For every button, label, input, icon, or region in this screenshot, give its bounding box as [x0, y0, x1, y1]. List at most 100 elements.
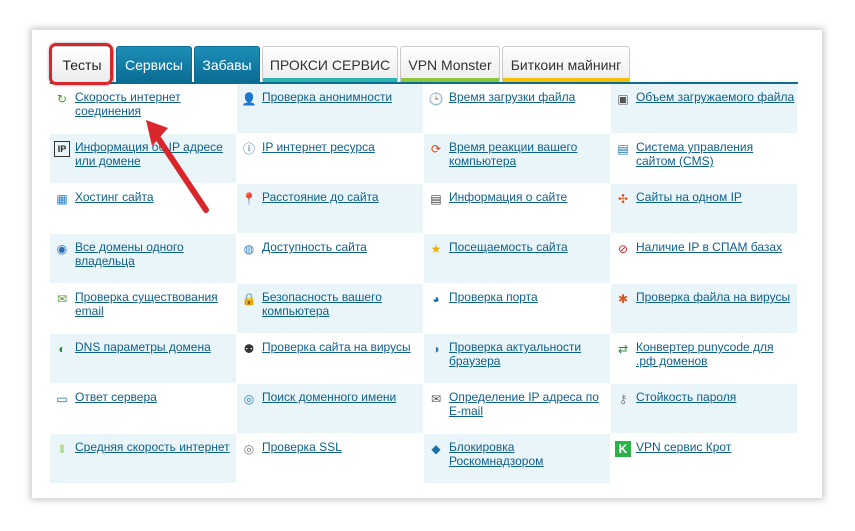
- lock-icon: 🔒: [241, 292, 257, 306]
- tool-cell[interactable]: ◍ Доступность сайта: [237, 234, 424, 284]
- monitor-icon: ▤: [617, 142, 629, 156]
- dns-icon: ◐: [58, 342, 66, 356]
- tool-link[interactable]: Поиск доменного имени: [262, 390, 396, 404]
- search-globe-icon: ◎: [243, 392, 255, 406]
- tool-cell[interactable]: ◆ Блокировка Роскомнадзором: [424, 434, 611, 484]
- ip-badge-icon: IP: [54, 141, 70, 157]
- tool-link[interactable]: Безопасность вашего компьютера: [262, 290, 421, 318]
- email-check-icon: ✉: [56, 292, 68, 306]
- tool-cell[interactable]: ⟳ Время реакции вашего компьютера: [424, 134, 611, 184]
- tool-link[interactable]: Проверка актуальности браузера: [449, 340, 608, 368]
- tool-cell[interactable]: ★ Посещаемость сайта: [424, 234, 611, 284]
- tool-cell[interactable]: 🕒 Время загрузки файла: [424, 84, 611, 134]
- tab-label: ПРОКСИ СЕРВИС: [269, 56, 391, 73]
- speed-bars-icon: ‖: [59, 442, 65, 456]
- tab-2[interactable]: Забавы: [194, 46, 260, 82]
- tool-link[interactable]: Время реакции вашего компьютера: [449, 140, 608, 168]
- sync-icon: ⟳: [430, 142, 442, 156]
- no-entry-icon: ⊘: [617, 242, 629, 256]
- tab-label: VPN Monster: [408, 56, 492, 73]
- tool-link[interactable]: Проверка существования email: [75, 290, 234, 318]
- tool-link[interactable]: VPN сервис Крот: [636, 440, 731, 454]
- bug-person-icon: ⚉: [243, 342, 255, 356]
- annotation-arrow-icon: [146, 120, 209, 213]
- tool-cell[interactable]: ✣ Сайты на одном IP: [611, 184, 798, 234]
- globe-user-icon: ◉: [56, 242, 68, 256]
- tool-link[interactable]: Расстояние до сайта: [262, 190, 379, 204]
- tool-cell[interactable]: ▤ Информация о сайте: [424, 184, 611, 234]
- refresh-arrow-icon: ↻: [56, 92, 68, 106]
- tool-link[interactable]: Проверка анонимности: [262, 90, 392, 104]
- tool-link[interactable]: Наличие IP в СПАМ базах: [636, 240, 782, 254]
- tab-label: Биткоин майнинг: [510, 56, 622, 73]
- converter-icon: ⇄: [617, 342, 629, 356]
- tool-cell[interactable]: ⓘ IP интернет ресурса: [237, 134, 424, 184]
- server-icon: ▭: [56, 392, 68, 406]
- tool-cell[interactable]: 📍 Расстояние до сайта: [237, 184, 424, 234]
- tool-cell[interactable]: ⊘ Наличие IP в СПАМ базах: [611, 234, 798, 284]
- person-icon: 👤: [241, 92, 257, 106]
- vpn-k-icon: K: [615, 441, 631, 457]
- tool-link[interactable]: IP интернет ресурса: [262, 140, 375, 154]
- tool-link[interactable]: Блокировка Роскомнадзором: [449, 440, 608, 468]
- tool-link[interactable]: Проверка сайта на вирусы: [262, 340, 411, 354]
- tool-cell[interactable]: 🔒 Безопасность вашего компьютера: [237, 284, 424, 334]
- tool-link[interactable]: Сайты на одном IP: [636, 190, 742, 204]
- frame-icon: ▣: [617, 92, 629, 106]
- highlight-box: [49, 43, 113, 85]
- tool-cell[interactable]: ▤ Система управления сайтом (CMS): [611, 134, 798, 184]
- tool-cell[interactable]: ◎ Поиск доменного имени: [237, 384, 424, 434]
- tab-1[interactable]: Сервисы: [116, 46, 192, 82]
- ssl-icon: ◎: [243, 442, 255, 456]
- tool-link[interactable]: Средняя скорость интернет: [75, 440, 230, 454]
- tool-cell[interactable]: 👤 Проверка анонимности: [237, 84, 424, 134]
- tool-cell[interactable]: ▭ Ответ сервера: [50, 384, 237, 434]
- tool-cell[interactable]: ◑ Проверка актуальности браузера: [424, 334, 611, 384]
- tab-5[interactable]: Биткоин майнинг: [502, 46, 630, 82]
- tool-cell[interactable]: ◐ DNS параметры домена: [50, 334, 237, 384]
- clock-icon: 🕒: [428, 92, 444, 106]
- tab-bar: Тесты Сервисы Забавы ПРОКСИ СЕРВИС VPN Monst…: [50, 46, 632, 82]
- tab-4[interactable]: VPN Monster: [400, 46, 500, 82]
- document-icon: ▤: [430, 192, 442, 206]
- tab-label: Забавы: [202, 56, 252, 73]
- browser-icon: ◑: [432, 342, 440, 356]
- tool-link[interactable]: Все домены одного владельца: [75, 240, 234, 268]
- map-pin-icon: 📍: [241, 192, 257, 206]
- tool-cell[interactable]: ✱ Проверка файла на вирусы: [611, 284, 798, 334]
- tool-link[interactable]: Посещаемость сайта: [449, 240, 568, 254]
- tool-cell[interactable]: K VPN сервис Крот: [611, 434, 798, 484]
- tool-link[interactable]: Проверка файла на вирусы: [636, 290, 790, 304]
- key-icon: ⚷: [618, 392, 628, 406]
- tool-link[interactable]: Система управления сайтом (CMS): [636, 140, 795, 168]
- ip-circle-icon: ⓘ: [242, 142, 255, 156]
- tool-link[interactable]: Доступность сайта: [262, 240, 367, 254]
- mail-ip-icon: ✉: [430, 392, 442, 406]
- tab-3[interactable]: ПРОКСИ СЕРВИС: [262, 46, 398, 82]
- tool-link[interactable]: Проверка порта: [449, 290, 538, 304]
- tool-cell[interactable]: ◕ Проверка порта: [424, 284, 611, 334]
- tool-link[interactable]: DNS параметры домена: [75, 340, 211, 354]
- grid-icon: ▦: [56, 192, 68, 206]
- star-icon: ★: [430, 242, 442, 256]
- tool-link[interactable]: Время загрузки файла: [449, 90, 575, 104]
- virus-icon: ✱: [617, 292, 629, 306]
- tool-cell[interactable]: ⚉ Проверка сайта на вирусы: [237, 334, 424, 384]
- tool-cell[interactable]: ‖ Средняя скорость интернет: [50, 434, 237, 484]
- tool-cell[interactable]: ▣ Объем загружаемого файла: [611, 84, 798, 134]
- tool-cell[interactable]: ✉ Проверка существования email: [50, 284, 237, 334]
- tool-link[interactable]: Объем загружаемого файла: [636, 90, 794, 104]
- tool-link[interactable]: Стойкость пароля: [636, 390, 736, 404]
- tool-link[interactable]: Проверка SSL: [262, 440, 342, 454]
- tool-cell[interactable]: ◎ Проверка SSL: [237, 434, 424, 484]
- tool-link[interactable]: Ответ сервера: [75, 390, 157, 404]
- tool-link[interactable]: Информация о сайте: [449, 190, 567, 204]
- tab-label: Сервисы: [124, 56, 183, 73]
- tool-cell[interactable]: ✉ Определение IP адреса по E-mail: [424, 384, 611, 434]
- network-icon: ✣: [617, 192, 629, 206]
- tool-cell[interactable]: ⇄ Конвертер punycode для .рф доменов: [611, 334, 798, 384]
- tool-link[interactable]: Конвертер punycode для .рф доменов: [636, 340, 795, 368]
- tool-cell[interactable]: ◉ Все домены одного владельца: [50, 234, 237, 284]
- tool-cell[interactable]: ⚷ Стойкость пароля: [611, 384, 798, 434]
- tool-link[interactable]: Определение IP адреса по E-mail: [449, 390, 608, 418]
